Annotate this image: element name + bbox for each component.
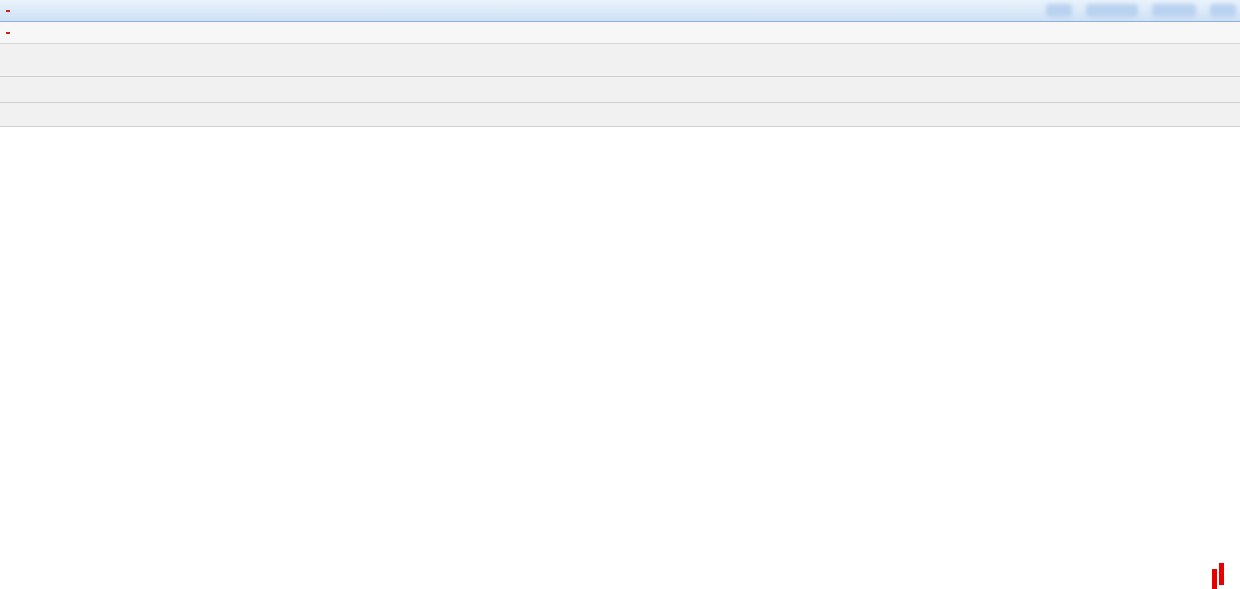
menu-logo-icon bbox=[6, 32, 10, 34]
window-titlebar bbox=[0, 0, 1240, 22]
menu-bar bbox=[0, 22, 1240, 44]
toolbar-navigation bbox=[0, 77, 1240, 103]
window-control-blur-4[interactable] bbox=[1210, 4, 1236, 17]
kline-chart-canvas[interactable] bbox=[0, 127, 1240, 589]
app-logo-icon bbox=[6, 10, 10, 12]
toolbar-drawing-tools bbox=[0, 103, 1240, 127]
window-controls[interactable] bbox=[1046, 4, 1236, 17]
window-control-blur-1[interactable] bbox=[1046, 4, 1072, 17]
watermark bbox=[1219, 563, 1232, 585]
toolbar-main bbox=[0, 44, 1240, 77]
chart-area[interactable] bbox=[0, 127, 1240, 589]
window-control-blur-2[interactable] bbox=[1086, 4, 1138, 17]
watermark-seal-icon bbox=[1219, 563, 1224, 585]
window-control-blur-3[interactable] bbox=[1152, 4, 1196, 17]
